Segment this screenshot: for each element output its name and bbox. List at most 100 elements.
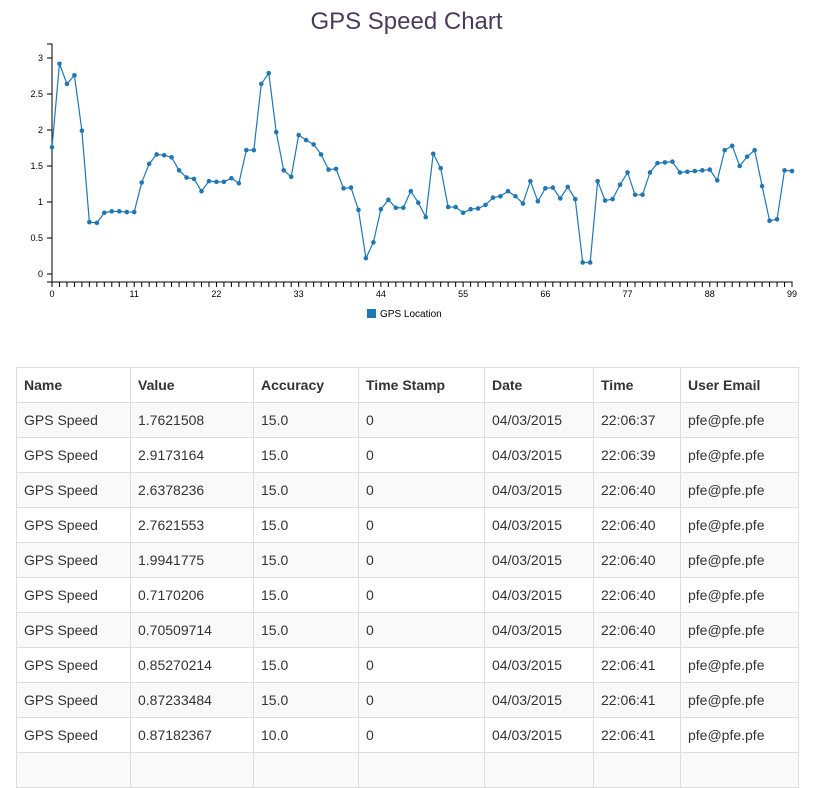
y-tick-label: 3 xyxy=(38,53,43,63)
table-cell: 10.0 xyxy=(253,717,359,753)
data-point xyxy=(161,152,167,158)
series-line xyxy=(51,63,793,264)
legend-label: GPS Location xyxy=(380,309,442,320)
table-cell: GPS Speed xyxy=(16,647,131,683)
data-point xyxy=(49,144,55,150)
data-point xyxy=(87,219,92,225)
data-point xyxy=(722,147,728,153)
table-cell: pfe@pfe.pfe xyxy=(680,542,799,578)
data-point xyxy=(483,202,488,208)
table-cell: GPS Speed xyxy=(16,402,131,438)
column-header[interactable]: User Email xyxy=(680,367,799,403)
column-header[interactable]: Date xyxy=(484,367,594,403)
data-point xyxy=(692,168,698,174)
table-cell: 0 xyxy=(358,437,485,473)
table-cell: pfe@pfe.pfe xyxy=(680,472,799,508)
table-cell: 04/03/2015 xyxy=(484,507,594,543)
table-cell: 0 xyxy=(358,402,485,438)
y-tick-label: 2.5 xyxy=(30,89,43,99)
table-cell: 0 xyxy=(358,472,485,508)
table-cell: 0.70509714 xyxy=(130,612,254,648)
table-cell xyxy=(680,752,799,788)
data-point xyxy=(341,186,346,191)
data-point xyxy=(258,81,264,87)
y-tick-label: 2 xyxy=(38,125,43,135)
y-axis-line xyxy=(47,43,53,283)
column-header[interactable]: Accuracy xyxy=(253,367,359,403)
data-point xyxy=(229,175,234,181)
table-cell: 2.9173164 xyxy=(130,437,254,473)
table-cell: 04/03/2015 xyxy=(484,542,594,578)
data-point xyxy=(64,81,70,87)
data-point xyxy=(102,210,107,216)
table-row: GPS Speed 0.7170206 15.0 0 04/03/2015 22:06:4… xyxy=(16,577,799,613)
table-cell: GPS Speed xyxy=(16,577,131,613)
table-cell: 1.9941775 xyxy=(130,542,254,578)
table-row: GPS Speed 0.85270214 15.0 0 04/03/2015 22:06:… xyxy=(16,647,799,683)
data-point xyxy=(116,209,122,214)
table-cell: pfe@pfe.pfe xyxy=(680,682,799,718)
data-point xyxy=(647,170,653,175)
table-cell xyxy=(358,752,485,788)
data-point xyxy=(655,160,660,166)
data-point xyxy=(311,142,316,147)
column-header[interactable]: Value xyxy=(130,367,254,403)
data-point xyxy=(303,137,309,143)
data-point xyxy=(266,70,272,76)
table-row: GPS Speed 0.70509714 15.0 0 04/03/2015 22:06:… xyxy=(16,612,799,648)
data-point xyxy=(580,260,586,265)
x-tick-label: 66 xyxy=(540,289,550,299)
column-header[interactable]: Time xyxy=(593,367,681,403)
table-cell: GPS Speed xyxy=(16,472,131,508)
data-point xyxy=(565,184,571,190)
table-cell: pfe@pfe.pfe xyxy=(680,717,799,753)
x-tick-label: 44 xyxy=(376,289,386,299)
data-point xyxy=(520,201,526,206)
table-cell: 04/03/2015 xyxy=(484,717,594,753)
data-point xyxy=(401,205,406,211)
table-cell xyxy=(484,752,594,788)
data-point xyxy=(752,147,757,153)
table-row: GPS Speed 0.87233484 15.0 0 04/03/2015 22:06:… xyxy=(16,682,799,718)
data-point xyxy=(296,132,301,138)
table-cell: 1.7621508 xyxy=(130,402,254,438)
data-point xyxy=(707,167,713,172)
table-cell: pfe@pfe.pfe xyxy=(680,612,799,648)
data-point xyxy=(378,206,384,212)
data-point xyxy=(206,178,212,184)
data-table-container: Name Value Accuracy Time Stamp Date Time User … xyxy=(16,367,799,788)
data-point xyxy=(617,182,623,188)
chart-series-layer xyxy=(49,61,795,265)
table-row: GPS Speed 0.87182367 10.0 0 04/03/2015 22:06:… xyxy=(16,717,799,753)
data-point xyxy=(109,209,115,214)
data-point xyxy=(363,255,369,261)
table-cell: 0 xyxy=(358,507,485,543)
data-point xyxy=(610,196,615,202)
data-point xyxy=(490,195,496,200)
column-header[interactable]: Name xyxy=(16,367,131,403)
data-point xyxy=(356,207,361,213)
table-cell: GPS Speed xyxy=(16,542,131,578)
table-cell: pfe@pfe.pfe xyxy=(680,647,799,683)
column-header[interactable]: Time Stamp xyxy=(358,367,485,403)
table-row: GPS Speed 2.9173164 15.0 0 04/03/2015 22:06:3… xyxy=(16,437,799,473)
table-header-row: Name Value Accuracy Time Stamp Date Time User … xyxy=(16,367,799,403)
table-cell: 22:06:40 xyxy=(593,542,681,578)
data-point xyxy=(326,167,331,172)
data-point xyxy=(774,216,780,222)
table-cell: 04/03/2015 xyxy=(484,402,594,438)
table-cell: 04/03/2015 xyxy=(484,577,594,613)
data-point xyxy=(453,204,458,210)
data-point xyxy=(729,143,735,149)
data-point xyxy=(782,168,787,173)
table-cell: 04/03/2015 xyxy=(484,647,594,683)
gps-speed-chart: 0 0.5 1 1.5 2 2.5 3 0 11 22 33 44 55 66 77 88 99 GPS Loc… xyxy=(30,43,797,320)
data-point xyxy=(468,206,473,212)
table-cell: 15.0 xyxy=(253,402,359,438)
data-point xyxy=(767,218,772,224)
table-cell: 15.0 xyxy=(253,437,359,473)
table-cell: 15.0 xyxy=(253,472,359,508)
table-cell: 04/03/2015 xyxy=(484,472,594,508)
x-tick-label: 55 xyxy=(458,289,468,299)
data-point xyxy=(94,220,100,226)
